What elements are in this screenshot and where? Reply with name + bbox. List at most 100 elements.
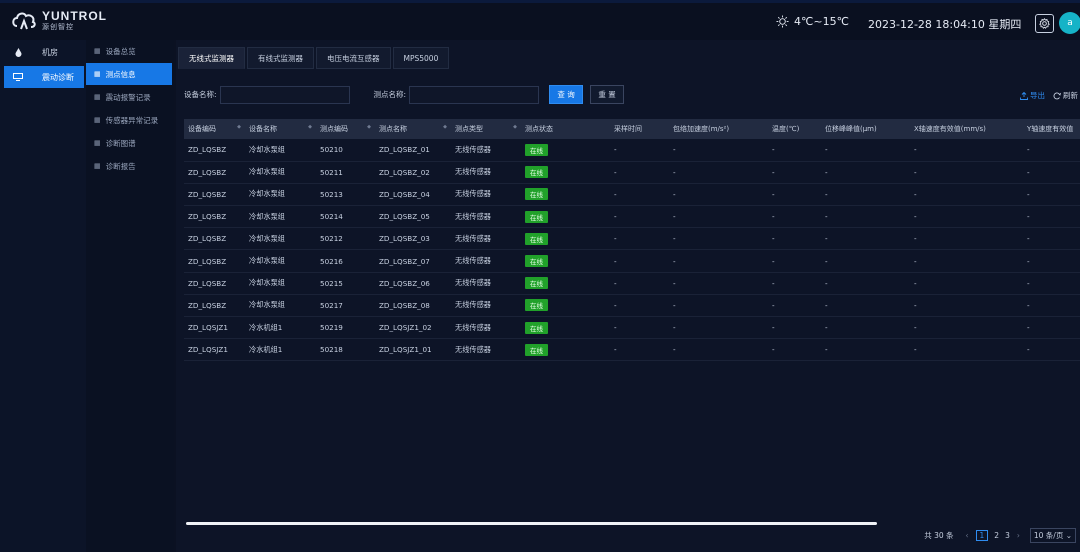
subnav-item-diagnosis-spectrum[interactable]: ▦ 诊断图谱	[86, 132, 174, 154]
refresh-button[interactable]: 刷新	[1053, 90, 1078, 101]
table-cell: -	[610, 183, 669, 207]
page-size-select[interactable]: 10 条/页 ⌄	[1029, 528, 1076, 543]
column-header[interactable]: 设备编码 ◆	[184, 119, 245, 139]
table-row[interactable]: ZD_LQSBZ 冷却水泵组 50215 ZD_LQSBZ_06 无线传感器 在线 - - - -…	[184, 272, 1080, 295]
table-cell: -	[610, 249, 669, 273]
table-row[interactable]: ZD_LQSJZ1 冷水机组1 50219 ZD_LQSJZ1_02 无线传感器 在线 - -…	[184, 316, 1080, 340]
table-row[interactable]: ZD_LQSBZ 冷却水泵组 50212 ZD_LQSBZ_03 无线传感器 在线 - - - -…	[184, 227, 1080, 251]
subnav-item-label: 诊断报告	[105, 161, 136, 171]
next-page-icon[interactable]: ›	[1017, 531, 1020, 540]
table-cell: ZD_LQSBZ	[184, 139, 245, 162]
temperature-range: 4℃~15℃	[794, 15, 849, 28]
table-row[interactable]: ZD_LQSBZ 冷却水泵组 50211 ZD_LQSBZ_02 无线传感器 在线 - - - -…	[184, 161, 1080, 184]
total-count: 共 30 条	[924, 531, 954, 540]
table-cell: 无线传感器	[451, 183, 521, 207]
reset-button[interactable]: 重 置	[590, 85, 625, 104]
table-row[interactable]: ZD_LQSBZ 冷却水泵组 50214 ZD_LQSBZ_05 无线传感器 在线 - - - -…	[184, 205, 1080, 229]
table-cell: ZD_LQSBZ_04	[375, 183, 451, 207]
column-header[interactable]: 测点编码 ◆	[316, 119, 375, 139]
subnav-item-point-info[interactable]: ▦ 测点信息	[86, 63, 172, 85]
table-cell: -	[610, 227, 669, 251]
table-cell: ZD_LQSJZ1_02	[375, 316, 451, 340]
table-cell: -	[1023, 249, 1080, 273]
sort-icon: ◆	[308, 124, 312, 130]
sort-icon: ◆	[443, 124, 447, 130]
table-cell: -	[669, 205, 768, 229]
table-cell: ZD_LQSBZ	[184, 294, 245, 318]
column-header: 包络加速度(m/s²)	[669, 119, 768, 139]
status-badge: 在线	[525, 255, 548, 268]
cloud-logo-icon	[12, 12, 36, 30]
table-cell: -	[910, 316, 1023, 340]
upload-icon	[1020, 91, 1028, 100]
table-cell: -	[1023, 294, 1080, 318]
sidebar-item-vibration-diagnosis[interactable]: 震动诊断	[4, 66, 84, 88]
table-cell: 冷水机组1	[245, 316, 316, 340]
main-content: 无线式监测器 有线式监测器 电压电流互感器 MPS5000 设备名称: 测点名称…	[176, 40, 1080, 552]
refresh-icon	[1053, 91, 1061, 99]
table-row[interactable]: ZD_LQSBZ 冷却水泵组 50213 ZD_LQSBZ_04 无线传感器 在线 - - - -…	[184, 183, 1080, 207]
table-row[interactable]: ZD_LQSBZ 冷却水泵组 50216 ZD_LQSBZ_07 无线传感器 在线 - - - -…	[184, 249, 1080, 273]
prev-page-icon[interactable]: ‹	[966, 531, 969, 540]
table-cell: -	[669, 139, 768, 162]
avatar[interactable]: a	[1059, 12, 1080, 34]
table-cell: -	[1023, 227, 1080, 251]
subnav-item-vibration-alarms[interactable]: ▦ 震动报警记录	[86, 86, 174, 108]
horizontal-scrollbar[interactable]	[186, 522, 877, 525]
query-button[interactable]: 查 询	[549, 85, 584, 104]
table-cell: -	[610, 139, 669, 162]
table-cell: 在线	[521, 205, 610, 229]
table-cell: 在线	[521, 161, 610, 184]
subnav-item-diagnosis-report[interactable]: ▦ 诊断报告	[86, 155, 174, 177]
page-3[interactable]: 3	[1005, 531, 1010, 540]
table-cell: -	[669, 338, 768, 362]
sidebar-item-machine-room[interactable]: 机房	[0, 41, 86, 63]
settings-button[interactable]	[1035, 14, 1054, 33]
tab-wired-monitor[interactable]: 有线式监测器	[247, 47, 314, 69]
table-cell: -	[821, 205, 910, 229]
column-header: X轴速度有效值(mm/s)	[910, 119, 1023, 139]
page-2[interactable]: 2	[994, 531, 999, 540]
point-table: 设备编码 ◆ 设备名称 ◆ 测点编码 ◆ 测点名称 ◆ 测点类型 ◆ 测点状态 采样时间 …	[184, 119, 1080, 519]
table-cell: 冷却水泵组	[245, 183, 316, 207]
tab-voltage-current-transformer[interactable]: 电压电流互感器	[316, 47, 391, 69]
gear-icon	[1039, 18, 1050, 29]
device-name-input[interactable]	[219, 85, 350, 104]
column-header[interactable]: 测点类型 ◆	[451, 119, 521, 139]
point-name-input[interactable]	[409, 85, 540, 104]
table-row[interactable]: ZD_LQSBZ 冷却水泵组 50217 ZD_LQSBZ_08 无线传感器 在线 - - - -…	[184, 294, 1080, 318]
column-header: 测点状态	[521, 119, 610, 139]
tab-mps5000[interactable]: MPS5000	[392, 47, 450, 69]
table-cell: -	[910, 294, 1023, 318]
tab-wireless-monitor[interactable]: 无线式监测器	[178, 47, 245, 69]
sort-icon: ◆	[513, 124, 517, 130]
table-cell: 无线传感器	[451, 249, 521, 273]
table-cell: -	[821, 139, 910, 162]
column-header: Y轴速度有效值	[1023, 119, 1080, 139]
table-row[interactable]: ZD_LQSBZ 冷却水泵组 50210 ZD_LQSBZ_01 无线传感器 在线 - - - -…	[184, 139, 1080, 162]
subnav-item-device-overview[interactable]: ▦ 设备总览	[86, 40, 174, 62]
table-cell: 在线	[521, 139, 610, 162]
table-cell: -	[1023, 139, 1080, 162]
table-cell: 50217	[316, 294, 375, 318]
tab-bar: 无线式监测器 有线式监测器 电压电流互感器 MPS5000	[178, 47, 451, 69]
column-header[interactable]: 测点名称 ◆	[375, 119, 451, 139]
logo[interactable]: YUNTROL 源创智控	[10, 9, 107, 31]
table-cell: -	[821, 316, 910, 340]
column-header[interactable]: 设备名称 ◆	[245, 119, 316, 139]
table-cell: -	[1023, 205, 1080, 229]
page-1[interactable]: 1	[975, 530, 989, 541]
table-cell: -	[821, 294, 910, 318]
export-button[interactable]: 导出	[1020, 90, 1045, 101]
table-cell: -	[669, 183, 768, 207]
table-row[interactable]: ZD_LQSJZ1 冷水机组1 50218 ZD_LQSJZ1_01 无线传感器 在线 - -…	[184, 338, 1080, 362]
refresh-label: 刷新	[1063, 91, 1078, 100]
table-cell: ZD_LQSBZ_07	[375, 249, 451, 273]
table-cell: 在线	[521, 338, 610, 362]
subnav-item-sensor-anomalies[interactable]: ▦ 传感器异常记录	[86, 109, 174, 131]
point-name-label: 测点名称:	[373, 90, 407, 99]
table-cell: ZD_LQSBZ	[184, 183, 245, 207]
status-badge: 在线	[525, 143, 548, 156]
table-cell: -	[768, 205, 821, 229]
table-cell: -	[1023, 161, 1080, 184]
